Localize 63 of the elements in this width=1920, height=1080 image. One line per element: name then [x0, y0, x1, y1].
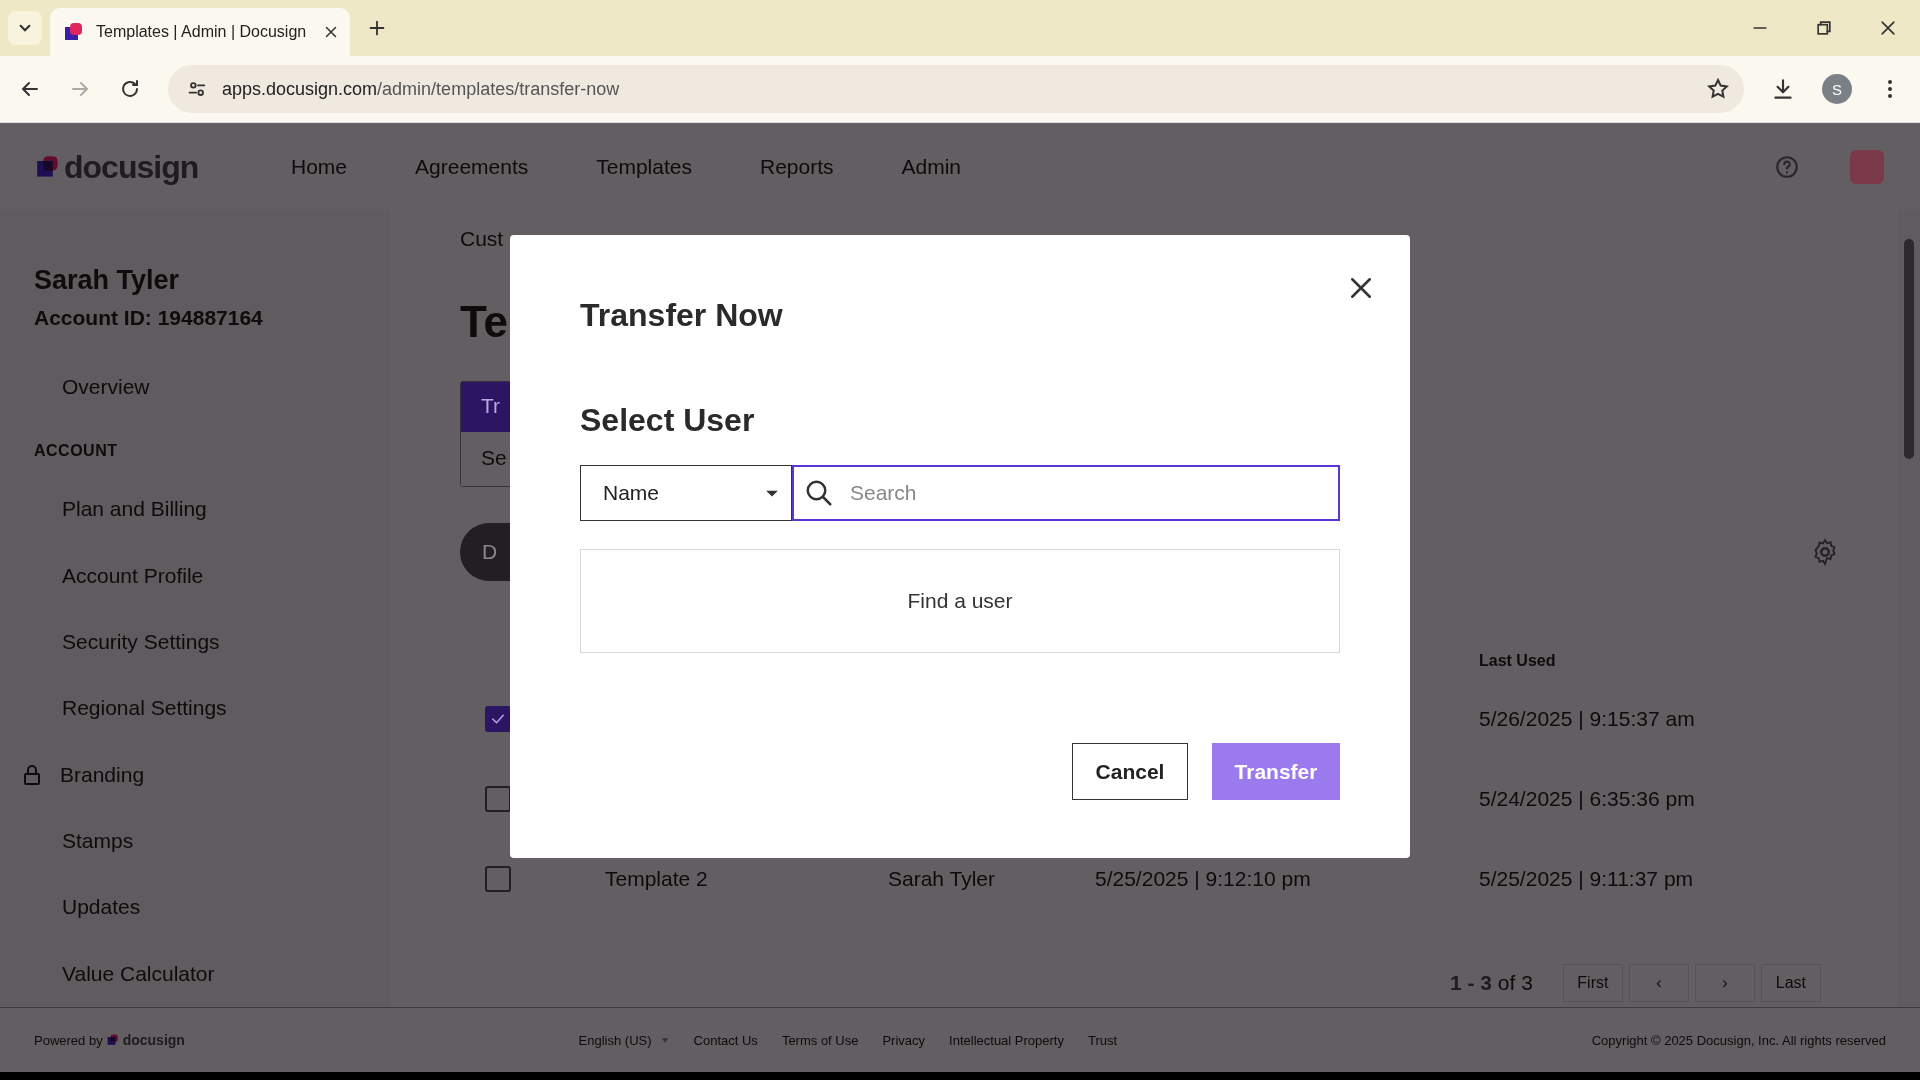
footer-link[interactable]: Trust	[1088, 1032, 1118, 1048]
address-bar[interactable]: apps.docusign.com/admin/templates/transfer-now	[168, 65, 1744, 113]
tab-list-button[interactable]	[8, 11, 42, 45]
logo-text: docusign	[64, 148, 199, 186]
sidebar-item[interactable]: Regional Settings	[34, 696, 227, 721]
nav-link[interactable]: Home	[291, 155, 348, 179]
page-range: 1 - 3 of 3	[1450, 971, 1533, 995]
template-name: Template 2	[605, 867, 709, 891]
empty-message: Find a user	[907, 589, 1013, 613]
search-icon	[804, 478, 834, 508]
docusign-favicon-icon	[64, 22, 84, 42]
powered-by-text: Powered by	[34, 1032, 103, 1048]
date-time: 5/25/2025 | 9:11:37 pm	[1479, 867, 1695, 891]
docusign-logo-icon	[36, 155, 60, 179]
footer-link[interactable]: Contact Us	[693, 1032, 758, 1048]
user-name: Sarah Tyler	[34, 265, 181, 296]
owner-name: Sarah Tyler	[888, 867, 996, 891]
page-button[interactable]: First	[1562, 964, 1623, 1002]
date-time: 5/26/2025 | 9:15:37 am	[1479, 707, 1696, 731]
language-selector[interactable]: English (US)	[578, 1032, 670, 1048]
footer-link[interactable]: Terms of Use	[781, 1032, 859, 1048]
nav-link[interactable]: Templates	[596, 155, 692, 179]
checkbox[interactable]	[485, 866, 511, 892]
page-button[interactable]: ‹	[1628, 964, 1689, 1002]
footer-link[interactable]: Privacy	[882, 1032, 926, 1048]
star-icon[interactable]	[1706, 77, 1730, 101]
date-time: 5/24/2025 | 6:35:36 pm	[1479, 787, 1696, 811]
breadcrumb[interactable]: Cust	[460, 227, 504, 251]
footer-link[interactable]: Intellectual Property	[949, 1032, 1064, 1048]
filter-dropdown[interactable]: Name	[580, 465, 792, 521]
sidebar-item[interactable]: Branding	[44, 762, 145, 787]
date-time: 5/25/2025 | 9:12:10 pm	[1095, 867, 1312, 891]
search-field[interactable]: Search	[792, 465, 1340, 521]
browser-tab[interactable]: Templates | Admin | Docusign	[50, 8, 350, 56]
sidebar-item[interactable]: Value Calculator	[34, 961, 215, 986]
profile-avatar[interactable]: S	[1822, 74, 1852, 104]
section-title: Select User	[580, 402, 756, 439]
docusign-logo-icon	[106, 1034, 119, 1046]
url-text: apps.docusign.com/admin/templates/transfer-now	[222, 78, 620, 100]
copyright-text: Copyright © 2025 Docusign, Inc. All rights reserved	[1591, 1032, 1886, 1048]
section-heading: ACCOUNT	[34, 442, 119, 461]
nav-link[interactable]: Admin	[901, 155, 962, 179]
close-icon[interactable]	[1878, 18, 1898, 38]
logo-text: docusign	[122, 1032, 185, 1048]
dialog-title: Transfer Now	[580, 297, 783, 334]
sidebar-item[interactable]: Stamps	[34, 829, 134, 854]
caret-icon	[659, 1035, 670, 1045]
page-button[interactable]: ›	[1694, 964, 1755, 1002]
sidebar-item[interactable]: Account Profile	[34, 563, 204, 588]
checkbox[interactable]	[485, 706, 511, 732]
column-header[interactable]: Last Used	[1479, 652, 1898, 670]
sidebar-item[interactable]: Overview	[34, 375, 150, 400]
page-title: Te	[460, 297, 509, 347]
nav-link[interactable]: Reports	[760, 155, 834, 179]
sidebar-item[interactable]: Updates	[34, 895, 141, 920]
page-button[interactable]: Last	[1760, 964, 1821, 1002]
sidebar-item[interactable]: Security Settings	[34, 630, 220, 655]
nav-link[interactable]: Agreements	[415, 155, 529, 179]
tab-title: Templates | Admin | Docusign	[96, 23, 308, 41]
sidebar-item[interactable]: Plan and Billing	[34, 497, 207, 522]
account-id: Account ID: 194887164	[34, 306, 264, 330]
restore-icon[interactable]	[1814, 18, 1834, 38]
cancel-button[interactable]: Cancel	[1072, 743, 1188, 800]
